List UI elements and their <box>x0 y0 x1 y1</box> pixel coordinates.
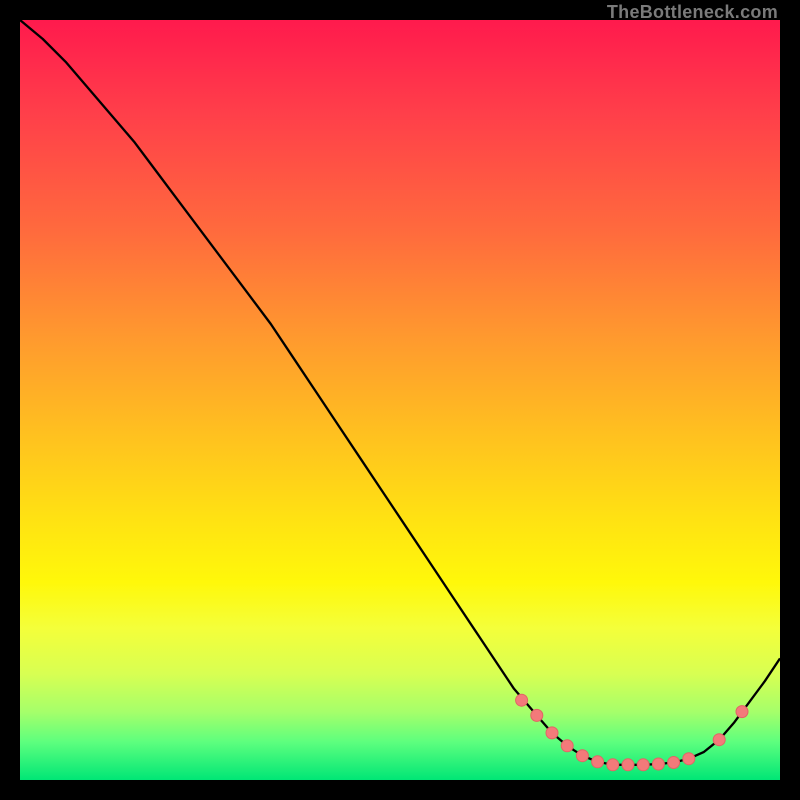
data-dot <box>622 759 634 771</box>
data-dots <box>516 694 748 771</box>
data-dot <box>668 757 680 769</box>
data-dot <box>546 727 558 739</box>
data-dot <box>652 758 664 770</box>
data-dot <box>683 753 695 765</box>
data-dot <box>637 759 649 771</box>
data-dot <box>713 734 725 746</box>
data-dot <box>516 694 528 706</box>
data-dot <box>607 759 619 771</box>
data-dot <box>592 756 604 768</box>
data-dot <box>561 740 573 752</box>
data-dot <box>736 706 748 718</box>
bottleneck-curve <box>20 20 780 765</box>
chart-container: TheBottleneck.com <box>0 0 800 800</box>
data-dot <box>576 750 588 762</box>
data-dot <box>531 709 543 721</box>
chart-svg <box>20 20 780 780</box>
plot-area <box>20 20 780 780</box>
